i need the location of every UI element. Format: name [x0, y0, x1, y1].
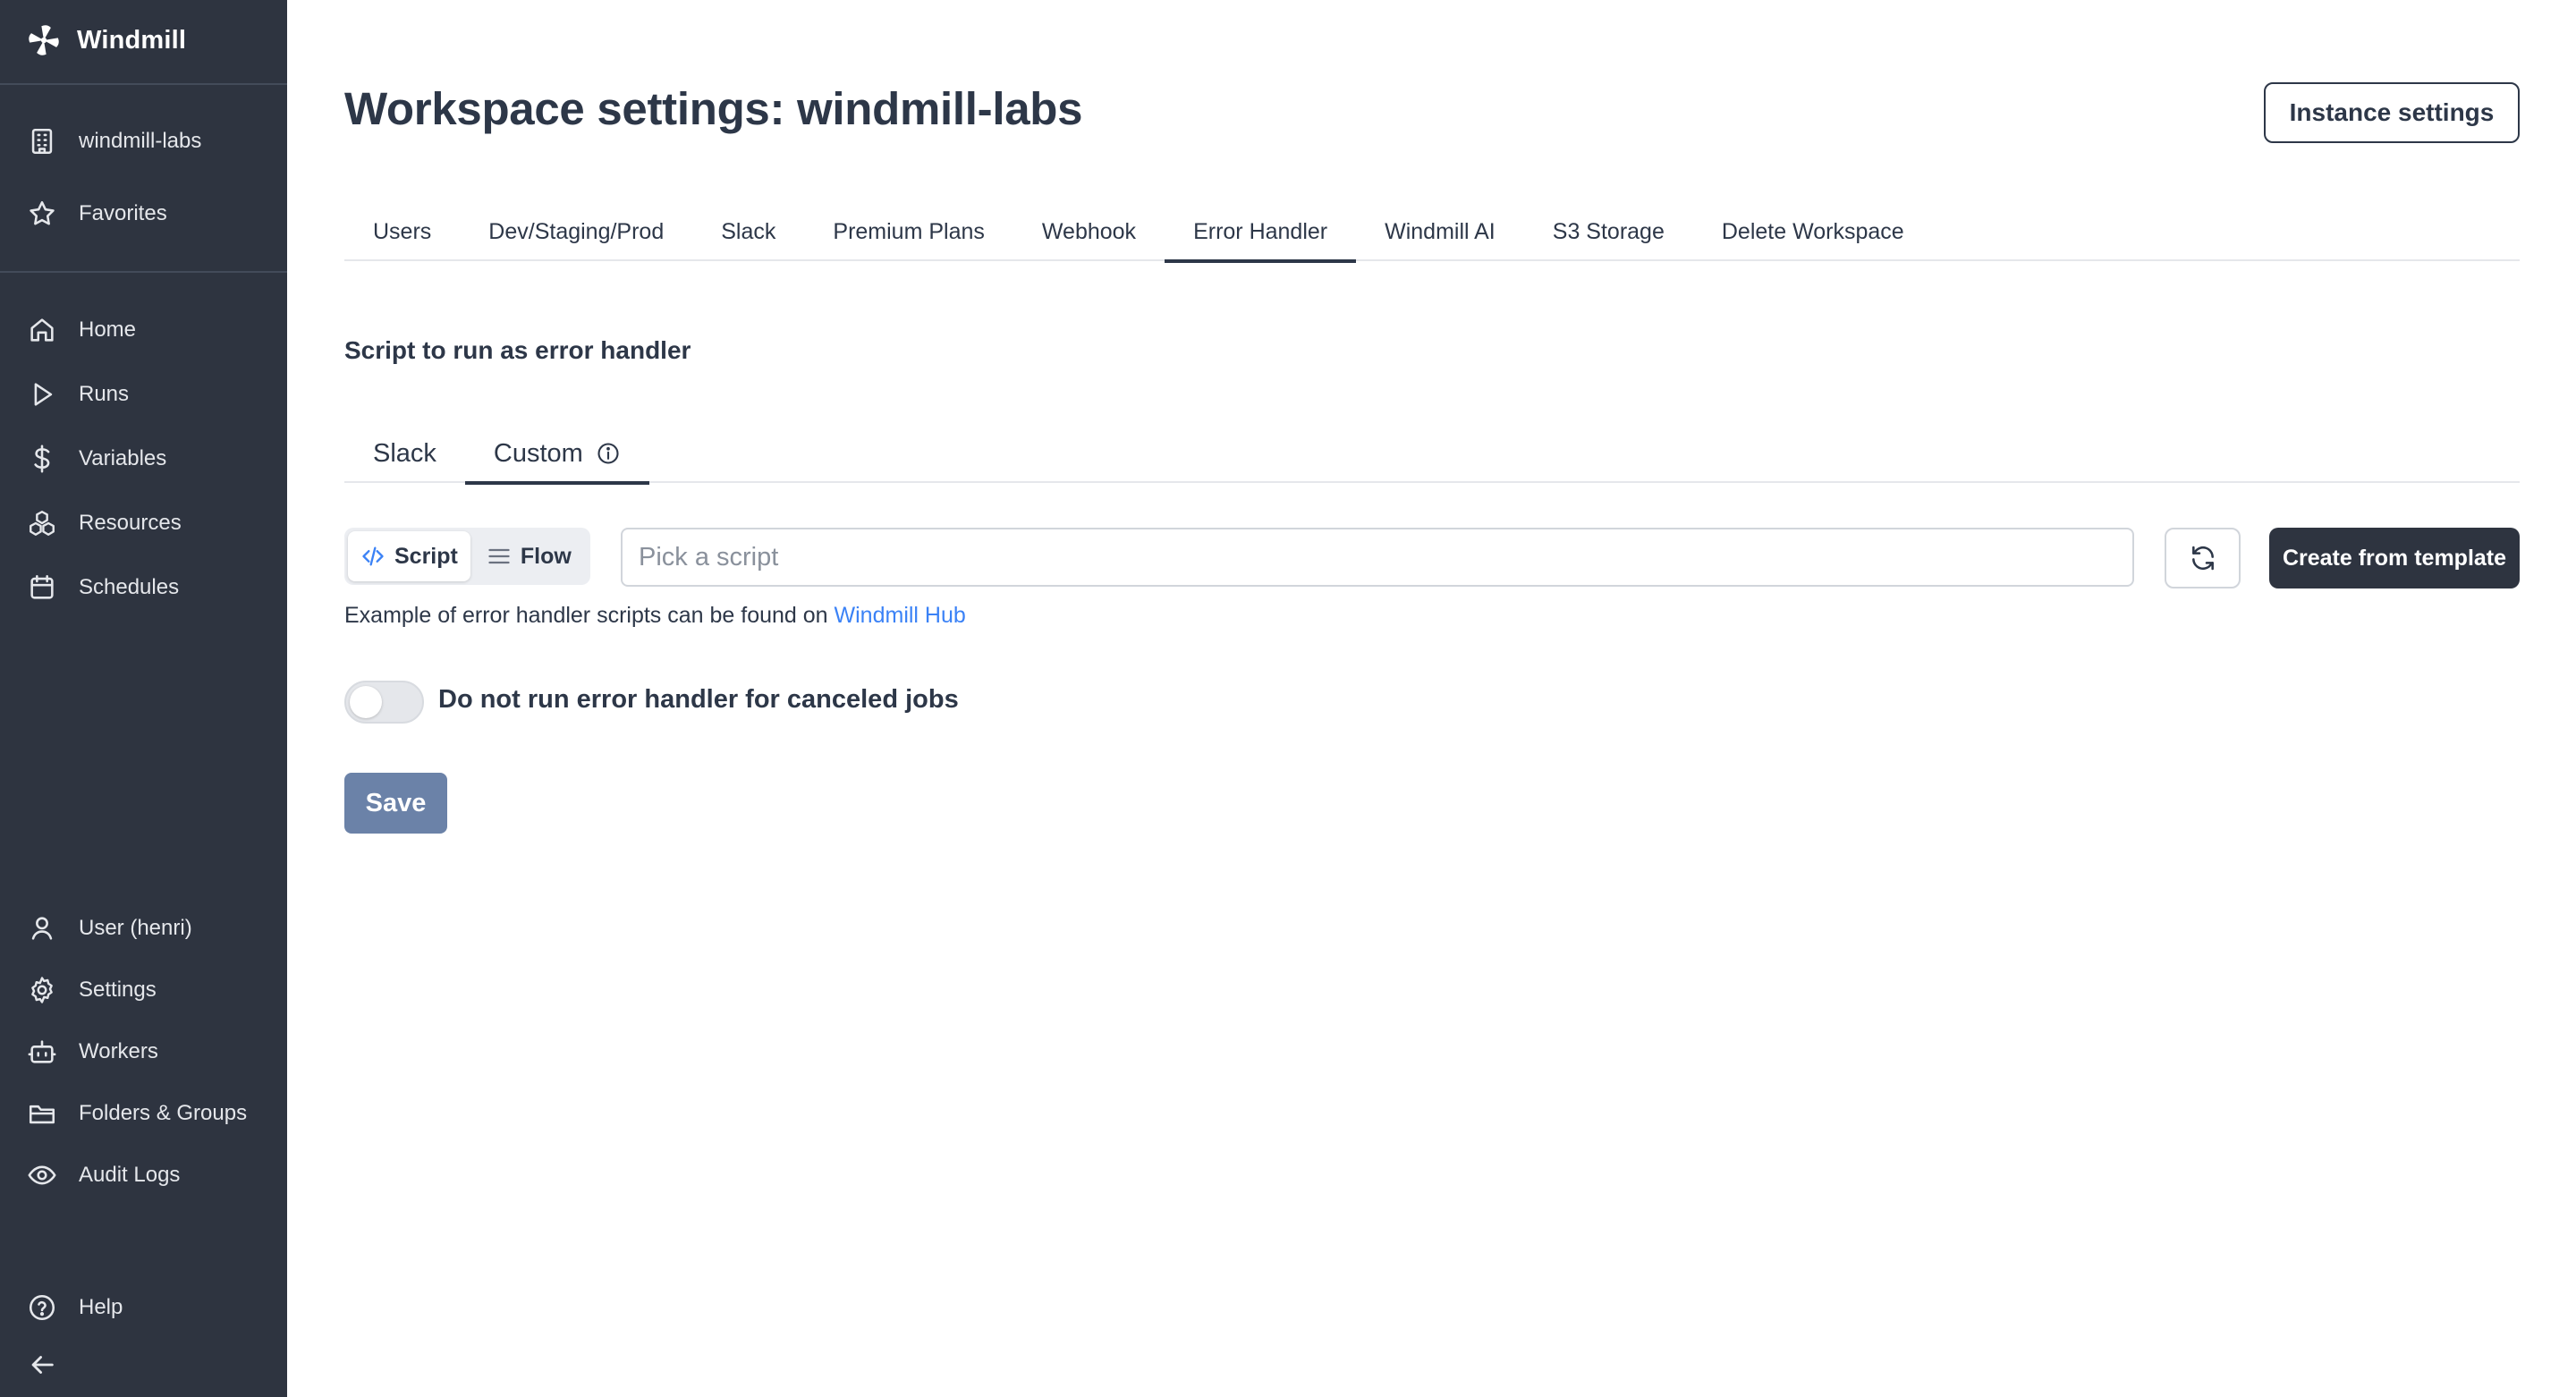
eye-icon — [28, 1165, 56, 1185]
list-icon — [488, 548, 510, 564]
sidebar-item-runs[interactable]: Runs — [27, 375, 129, 414]
sidebar-item-folders-groups[interactable]: Folders & Groups — [27, 1094, 247, 1133]
sidebar-item-settings[interactable]: Settings — [27, 970, 157, 1010]
subtab-label: Slack — [373, 438, 436, 468]
gear-icon — [31, 977, 53, 1003]
sidebar-item-label: Help — [79, 1295, 123, 1319]
sidebar-item-favorites[interactable]: Favorites — [27, 194, 167, 233]
sidebar-item-label: Runs — [79, 382, 130, 406]
page-title: Workspace settings: windmill-labs — [344, 83, 1083, 134]
home-icon — [30, 318, 54, 342]
sidebar-divider — [0, 83, 287, 85]
help-circle-icon — [29, 1294, 55, 1321]
sidebar-item-label: Audit Logs — [79, 1163, 181, 1187]
sidebar-item-workers[interactable]: Workers — [27, 1032, 158, 1071]
tab-webhook[interactable]: Webhook — [1013, 202, 1165, 261]
sidebar-item-help[interactable]: Help — [27, 1288, 123, 1327]
windmill-hub-link[interactable]: Windmill Hub — [835, 603, 966, 628]
error-handler-subtabs: Slack Custom — [344, 424, 2520, 485]
sidebar: Windmill windmill-labs Favorites Home Ru… — [0, 0, 287, 1397]
code-icon — [362, 546, 384, 566]
subtab-slack[interactable]: Slack — [344, 424, 465, 483]
script-toggle-option[interactable]: Script — [348, 531, 470, 581]
calendar-icon — [30, 574, 54, 599]
sidebar-item-schedules[interactable]: Schedules — [27, 568, 179, 607]
sidebar-item-user[interactable]: User (henri) — [27, 909, 192, 948]
refresh-button[interactable] — [2165, 528, 2241, 588]
tab-delete-workspace[interactable]: Delete Workspace — [1693, 202, 1933, 261]
toggle-label: Script — [394, 543, 458, 569]
sidebar-item-label: Folders & Groups — [79, 1101, 248, 1125]
sidebar-item-label: windmill-labs — [79, 129, 202, 153]
building-icon — [31, 128, 53, 155]
brand-name: Windmill — [77, 25, 187, 55]
boxes-icon — [30, 511, 55, 536]
sidebar-item-label: Schedules — [79, 575, 180, 599]
bot-icon — [28, 1040, 56, 1063]
save-button[interactable]: Save — [344, 773, 447, 834]
flow-toggle-option[interactable]: Flow — [474, 531, 584, 581]
subtab-custom[interactable]: Custom — [464, 424, 649, 485]
folder-icon — [29, 1105, 55, 1124]
play-icon — [34, 383, 53, 406]
sidebar-item-label: Variables — [79, 446, 167, 470]
refresh-icon — [2191, 546, 2214, 571]
collapse-sidebar-button[interactable] — [27, 1345, 57, 1384]
sidebar-divider — [0, 271, 287, 273]
sidebar-item-label: User (henri) — [79, 916, 192, 940]
hub-hint: Example of error handler scripts can be … — [344, 603, 966, 629]
toggle-knob — [350, 686, 382, 718]
tab-windmill-ai[interactable]: Windmill AI — [1356, 202, 1524, 261]
subtab-label: Custom — [493, 438, 583, 468]
script-picker-input[interactable] — [621, 528, 2134, 587]
sidebar-item-label: Resources — [79, 511, 182, 535]
arrow-left-icon — [31, 1356, 54, 1374]
tab-dev-staging-prod[interactable]: Dev/Staging/Prod — [460, 202, 692, 261]
sidebar-item-variables[interactable]: Variables — [27, 439, 166, 478]
tab-users[interactable]: Users — [344, 202, 460, 261]
windmill-logo-icon — [29, 25, 59, 55]
star-icon — [30, 200, 55, 225]
user-icon — [31, 917, 53, 940]
sidebar-item-label: Favorites — [79, 201, 167, 225]
dollar-icon — [34, 444, 50, 473]
tab-error-handler[interactable]: Error Handler — [1165, 202, 1357, 263]
brand[interactable]: Windmill — [25, 20, 186, 61]
sidebar-item-resources[interactable]: Resources — [27, 504, 182, 543]
sidebar-item-label: Settings — [79, 978, 157, 1002]
tab-s3-storage[interactable]: S3 Storage — [1524, 202, 1693, 261]
sidebar-item-workspace[interactable]: windmill-labs — [27, 122, 201, 161]
script-flow-toggle: Script Flow — [344, 528, 590, 585]
skip-canceled-jobs-label: Do not run error handler for canceled jo… — [438, 685, 959, 714]
sidebar-item-audit-logs[interactable]: Audit Logs — [27, 1156, 180, 1195]
settings-tabs: Users Dev/Staging/Prod Slack Premium Pla… — [344, 202, 2520, 263]
info-icon — [597, 443, 619, 464]
sidebar-item-home[interactable]: Home — [27, 310, 136, 350]
tab-premium-plans[interactable]: Premium Plans — [804, 202, 1013, 261]
sidebar-item-label: Workers — [79, 1039, 158, 1063]
section-title: Script to run as error handler — [344, 336, 691, 364]
create-from-template-button[interactable]: Create from template — [2269, 528, 2520, 588]
sidebar-item-label: Home — [79, 318, 137, 342]
skip-canceled-jobs-toggle[interactable] — [344, 681, 424, 724]
tab-slack[interactable]: Slack — [692, 202, 804, 261]
hint-text: Example of error handler scripts can be … — [344, 603, 835, 628]
instance-settings-button[interactable]: Instance settings — [2264, 82, 2520, 143]
toggle-label: Flow — [520, 543, 572, 569]
